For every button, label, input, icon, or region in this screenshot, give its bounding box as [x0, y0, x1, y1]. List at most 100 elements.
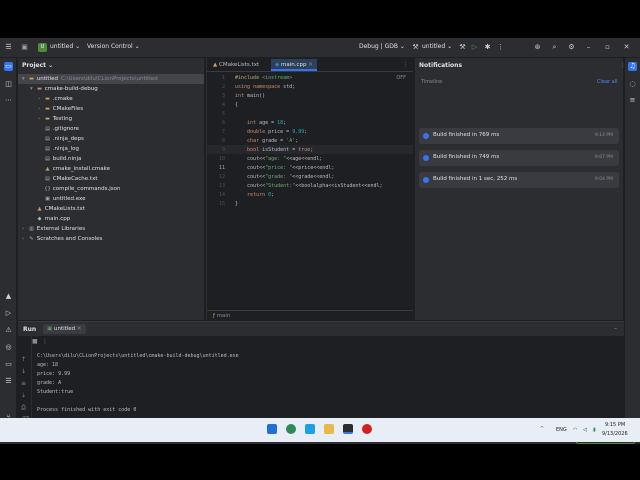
file-explorer-icon[interactable] — [324, 424, 334, 434]
code-editor[interactable]: #include <iostream> using namespace std; i… — [235, 73, 411, 311]
clock-date[interactable]: 9/13/2026 — [602, 431, 628, 437]
run-target-selector[interactable]: untitled ⌄ — [422, 43, 452, 50]
services-tool-icon[interactable]: ◎ — [4, 343, 13, 352]
wifi-icon[interactable]: ◠ — [573, 427, 577, 433]
project-tool-icon[interactable]: ▭ — [4, 62, 13, 71]
notification-card[interactable]: Build finished in 769 ms 9:14 PM — [419, 128, 619, 144]
project-panel-title[interactable]: Project ⌄ — [22, 62, 53, 69]
clear-all-link[interactable]: Clear all — [597, 79, 618, 85]
more-actions-icon[interactable]: ⋮ — [496, 43, 505, 52]
windows-start-icon[interactable] — [267, 424, 277, 434]
code-line[interactable]: cout<<"age: "<<age<<endl; — [235, 155, 322, 164]
print-icon[interactable]: ⎙ — [21, 404, 26, 412]
vcs-selector[interactable]: Version Control ⌄ — [87, 43, 140, 50]
ide-window: ☰ ▣ U untitled ⌄ Version Control ⌄ Debug… — [0, 38, 640, 444]
code-line[interactable]: cout<<"Student:"<<boolalpha<<isStudent<<… — [235, 182, 383, 191]
clion-taskbar-icon[interactable] — [343, 424, 353, 434]
chrome-icon[interactable] — [286, 424, 296, 434]
code-line[interactable]: char grade = 'A'; — [235, 137, 298, 146]
tree-item[interactable]: › ▬ Testing — [18, 114, 204, 124]
tree-item[interactable]: › ✎ Scratches and Consoles — [18, 234, 204, 244]
run-tool-icon[interactable]: ▷ — [4, 309, 13, 318]
tree-item[interactable]: › ▬ .cmake — [18, 94, 204, 104]
notifications-bell-icon[interactable]: ♫ — [628, 62, 637, 71]
database-icon[interactable]: ≡ — [628, 96, 637, 105]
tab-main-cpp[interactable]: ◆ main.cpp ✕ — [271, 59, 317, 71]
code-line[interactable]: int age = 18; — [235, 119, 286, 128]
code-line[interactable]: cout<<"price: "<<price<<endl; — [235, 164, 334, 173]
edge-icon[interactable] — [305, 424, 315, 434]
clock-time[interactable]: 9:15 PM — [605, 422, 625, 428]
run-config-selector[interactable]: Debug | GDB ⌄ — [359, 43, 405, 50]
problems-tool-icon[interactable]: ⚠ — [4, 326, 13, 335]
tree-item[interactable]: ▤ .gitignore — [18, 124, 204, 134]
tray-chevron-icon[interactable]: ^ — [540, 426, 544, 432]
code-line[interactable]: cout<<"grade: "<<grade<<endl; — [235, 173, 334, 182]
search-icon[interactable]: ⌕ — [550, 43, 559, 52]
notification-card[interactable]: Build finished in 749 ms 9:07 PM — [419, 150, 619, 166]
scroll-down-icon[interactable]: ↓ — [21, 368, 26, 375]
more-tools-icon[interactable]: ⋯ — [4, 96, 13, 105]
volume-icon[interactable]: ◁ — [583, 427, 587, 433]
tree-item[interactable]: ▤ .ninja_log — [18, 144, 204, 154]
code-line[interactable]: double price = 9.99; — [235, 128, 307, 137]
code-line[interactable]: { — [235, 101, 238, 110]
maximize-icon[interactable]: ▫ — [603, 43, 612, 52]
cmake-tool-icon[interactable]: ▲ — [4, 292, 13, 301]
battery-icon[interactable]: ▮ — [593, 427, 596, 433]
notifications-options-icon[interactable]: ⋮ — [620, 62, 626, 69]
tree-item[interactable]: ▤ CMakeCache.txt — [18, 174, 204, 184]
ai-assistant-icon[interactable]: ⊛ — [533, 43, 542, 52]
structure-tool-icon[interactable]: ◫ — [4, 80, 13, 89]
ai-chat-icon[interactable]: ◌ — [628, 80, 637, 89]
tab-cmakelists[interactable]: ▲ CMakeLists.txt — [209, 59, 263, 71]
tree-item[interactable]: ▣ untitled.exe — [18, 194, 204, 204]
debug-icon[interactable]: ✱ — [483, 43, 492, 52]
notification-card[interactable]: Build finished in 1 sec, 252 ms 9:04 PM — [419, 172, 619, 188]
settings-gear-icon[interactable]: ⚙ — [567, 43, 576, 52]
project-badge[interactable]: U — [38, 43, 47, 52]
tree-item[interactable]: ▾ ▬ untitled C:\Users\dilu\CLionProjects\u… — [18, 74, 204, 84]
tree-item[interactable]: › ▬ CMakeFiles — [18, 104, 204, 114]
tree-item[interactable]: {} compile_commands.json — [18, 184, 204, 194]
main-menu-icon[interactable]: ☰ — [4, 43, 13, 52]
build-icon[interactable]: ⚒ — [458, 43, 467, 52]
code-line[interactable]: int main() — [235, 92, 265, 101]
code-line[interactable]: return 0; — [235, 191, 274, 200]
code-line[interactable]: using namespace std; — [235, 83, 295, 92]
run-panel-minimize-icon[interactable]: – — [614, 325, 617, 332]
run-tab-close-icon[interactable]: ✕ — [77, 326, 82, 332]
tree-item[interactable]: ▤ build.ninja — [18, 154, 204, 164]
close-icon[interactable]: ✕ — [622, 43, 631, 52]
tab-close-icon[interactable]: ✕ — [308, 62, 313, 68]
right-tool-strip: ♫ ◌ ≡ — [624, 58, 640, 444]
code-line[interactable]: } — [235, 200, 238, 209]
tree-item[interactable]: ▤ .ninja_deps — [18, 134, 204, 144]
tree-item[interactable]: ▲ CMakeLists.txt — [18, 204, 204, 214]
tree-item[interactable]: ▲ cmake_install.cmake — [18, 164, 204, 174]
code-line[interactable]: bool isStudent = true; — [235, 146, 313, 155]
project-selector[interactable]: untitled ⌄ — [50, 43, 80, 50]
scroll-end-icon[interactable]: ⇣ — [21, 392, 26, 399]
stop-icon[interactable]: ■ — [32, 338, 38, 345]
info-icon — [423, 133, 429, 139]
breadcrumb-item[interactable]: main — [217, 313, 231, 319]
tree-item[interactable]: › ▥ External Libraries — [18, 224, 204, 234]
build-hammer-icon[interactable]: ⚒ — [411, 43, 420, 52]
soft-wrap-icon[interactable]: ≡ — [21, 380, 26, 387]
code-line[interactable]: #include <iostream> — [235, 74, 292, 83]
run-tab-untitled[interactable]: ▣ untitled ✕ — [43, 324, 86, 334]
tree-item[interactable]: ▾ ▬ cmake-build-debug — [18, 84, 204, 94]
terminal-tool-icon[interactable]: ▭ — [4, 360, 13, 369]
language-indicator[interactable]: ENG — [556, 427, 567, 433]
recorder-icon[interactable] — [362, 424, 372, 434]
console-output[interactable]: C:\Users\dilu\CLionProjects\untitled\cma… — [37, 352, 239, 415]
messages-tool-icon[interactable]: ☰ — [4, 377, 13, 386]
inspection-status[interactable]: OFF — [396, 75, 406, 81]
tab-options-icon[interactable]: ⋮ — [399, 59, 413, 71]
run-more-icon[interactable]: ⋮ — [42, 338, 48, 345]
run-icon[interactable]: ▷ — [470, 43, 479, 52]
scroll-up-icon[interactable]: ↑ — [21, 356, 26, 363]
minimize-icon[interactable]: – — [584, 43, 593, 52]
tree-item[interactable]: ◆ main.cpp — [18, 214, 204, 224]
